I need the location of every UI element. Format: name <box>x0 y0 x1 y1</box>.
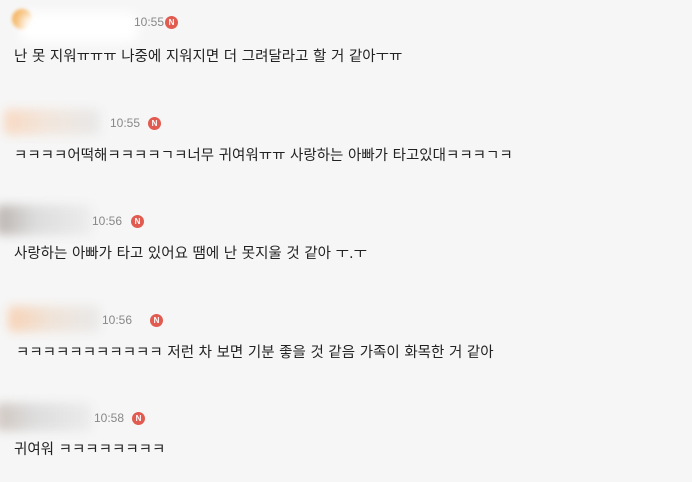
comment-meta: 10:55 N <box>0 109 400 135</box>
username-redacted[interactable] <box>0 205 92 235</box>
comment-time: 10:55 <box>110 116 141 130</box>
username-redacted[interactable] <box>0 403 92 431</box>
comment-time: 10:58 <box>94 411 125 425</box>
comment-text: 귀여워 ㅋㅋㅋㅋㅋㅋㅋㅋ <box>14 442 166 458</box>
username-redacted[interactable] <box>4 109 100 135</box>
comment-time: 10:56 <box>102 313 133 327</box>
new-badge-icon: N <box>131 214 144 228</box>
comment-time: 10:56 <box>92 214 123 228</box>
comment-meta: 10:55 N <box>0 9 400 42</box>
comment-text: ㅋㅋㅋㅋㅋㅋㅋㅋㅋㅋㅋ 저런 차 보면 기분 좋을 것 같음 가족이 화목한 거… <box>16 345 494 361</box>
comment-text: 사랑하는 아빠가 타고 있어요 땜에 난 못지울 것 같아 ㅜ.ㅜ <box>14 246 367 262</box>
comment-time: 10:55 <box>134 15 165 29</box>
comment-text: ㅋㅋㅋㅋ어떡해ㅋㅋㅋㅋㄱㅋ너무 귀여워ㅠㅠ 사랑하는 아빠가 타고있대ㅋㅋㅋㄱㅋ <box>14 148 513 164</box>
new-badge-icon: N <box>148 116 161 130</box>
new-badge-icon: N <box>150 313 163 327</box>
username-redacted <box>20 12 138 42</box>
new-badge-icon: N <box>165 15 178 29</box>
username-redacted[interactable] <box>8 306 100 332</box>
comment-meta: 10:56 N <box>0 205 400 235</box>
comment-text: 난 못 지워ㅠㅠㅠ 나중에 지워지면 더 그려달라고 할 거 같아ㅜㅠ <box>14 49 403 65</box>
comment-meta: 10:56 N <box>0 306 400 332</box>
new-badge-icon: N <box>132 411 145 425</box>
comment-meta: 10:58 N <box>0 403 400 431</box>
